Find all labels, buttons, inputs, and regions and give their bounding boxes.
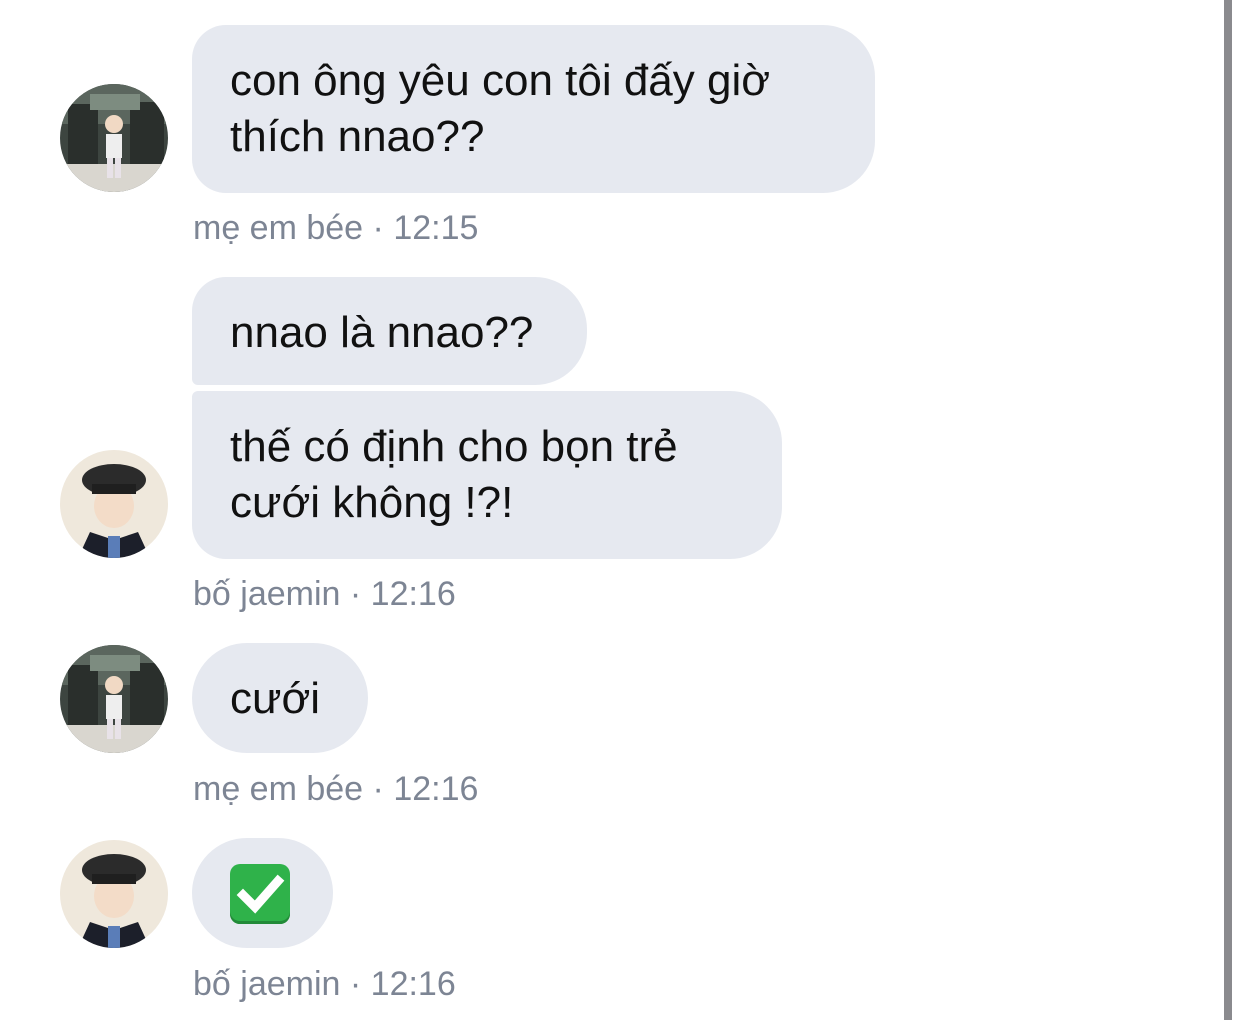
message-bubble-2[interactable]: nnao là nnao?? (192, 277, 587, 385)
meta-separator: · (372, 209, 384, 247)
avatar-me-em-bee[interactable] (60, 84, 168, 192)
sender-name: mẹ em bée (193, 209, 364, 247)
avatar-bo-jaemin[interactable] (60, 840, 168, 948)
message-text-line: con ông yêu con tôi đấy giờ (230, 56, 771, 105)
chat-thread: con ông yêu con tôi đấy giờ thích nnao??… (0, 0, 1224, 1020)
meta-separator: · (372, 770, 384, 808)
avatar-bo-jaemin[interactable] (60, 450, 168, 558)
message-text-line: cưới không !?! (230, 478, 514, 527)
message-text-line: thế có định cho bọn trẻ (230, 422, 678, 471)
message-bubble-5[interactable] (192, 838, 333, 948)
message-meta-1: mẹ em bée · 12:15 (193, 208, 478, 248)
message-text-line: cưới (230, 674, 321, 723)
message-bubble-1[interactable]: con ông yêu con tôi đấy giờ thích nnao?? (192, 25, 875, 193)
meta-separator: · (349, 965, 362, 1003)
meta-separator: · (349, 575, 362, 613)
message-bubble-3[interactable]: thế có định cho bọn trẻ cưới không !?! (192, 391, 782, 559)
timestamp: 12:15 (393, 209, 479, 247)
avatar-me-em-bee[interactable] (60, 645, 168, 753)
scrollbar-thumb[interactable] (1224, 0, 1232, 1020)
message-text-line: thích nnao?? (230, 112, 485, 161)
timestamp: 12:16 (393, 770, 479, 808)
message-meta-4: mẹ em bée · 12:16 (193, 769, 478, 809)
sender-name: bố jaemin (193, 575, 341, 613)
sender-name: bố jaemin (193, 965, 341, 1003)
message-meta-3: bố jaemin · 12:16 (193, 574, 456, 614)
message-meta-5: bố jaemin · 12:16 (193, 964, 456, 1004)
timestamp: 12:16 (370, 575, 456, 613)
sender-name: mẹ em bée (193, 770, 364, 808)
message-bubble-4[interactable]: cưới (192, 643, 368, 753)
message-text-line: nnao là nnao?? (230, 308, 534, 357)
check-mark-button-icon (230, 864, 290, 924)
timestamp: 12:16 (370, 965, 456, 1003)
